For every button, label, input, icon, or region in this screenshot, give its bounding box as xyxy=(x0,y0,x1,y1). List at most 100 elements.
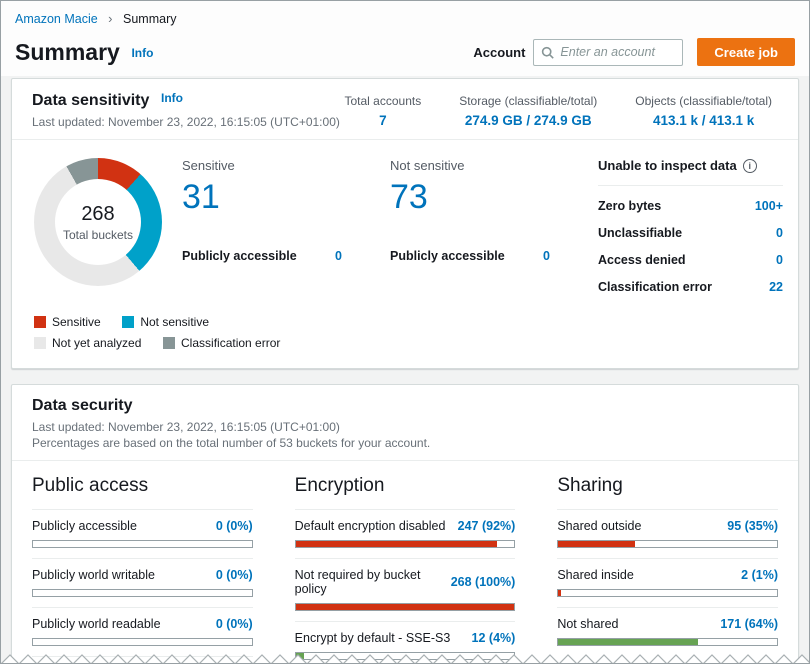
summary-stats: Total accounts 7 Storage (classifiable/t… xyxy=(344,91,778,129)
not-sensitive-section: Not sensitive 73 Publicly accessible 0 xyxy=(390,156,550,263)
metric-default-encryption-disabled: Default encryption disabled 247 (92%) xyxy=(294,509,516,548)
legend-item-sensitive: Sensitive xyxy=(34,315,101,329)
stat-value-link[interactable]: 413.1 k / 413.1 k xyxy=(635,113,772,128)
unable-row-zero-bytes: Zero bytes 100+ xyxy=(598,199,783,213)
legend-label: Sensitive xyxy=(52,315,101,329)
sensitive-publicly-accessible-label: Publicly accessible xyxy=(182,249,297,263)
legend-swatch-icon xyxy=(34,337,46,349)
metric-value-link[interactable]: 171 (64%) xyxy=(720,617,778,631)
account-label: Account xyxy=(473,44,526,60)
metric-value-link[interactable]: 247 (92%) xyxy=(458,519,516,533)
unable-row-unclassifiable: Unclassifiable 0 xyxy=(598,226,783,240)
metric-value-link[interactable]: 268 (100%) xyxy=(451,575,516,589)
create-job-button[interactable]: Create job xyxy=(697,38,795,66)
not-sensitive-publicly-accessible-value[interactable]: 0 xyxy=(543,249,550,263)
metric-label: Not required by bucket policy xyxy=(294,568,421,596)
unable-to-inspect-section: Unable to inspect data i Zero bytes 100+… xyxy=(598,156,783,294)
breadcrumb-separator-icon: › xyxy=(108,11,113,26)
row-label: Zero bytes xyxy=(598,199,662,213)
legend-label: Not yet analyzed xyxy=(52,336,142,350)
data-security-title: Data security xyxy=(32,397,133,414)
title-info-link[interactable]: Info xyxy=(131,46,153,60)
encryption-heading: Encryption xyxy=(294,475,385,496)
legend-swatch-icon xyxy=(34,316,46,328)
header-actions: Account Create job xyxy=(473,38,795,66)
metric-label: Shared inside xyxy=(557,568,634,582)
page-header: Amazon Macie › Summary Summary Info Acco… xyxy=(1,1,809,76)
metric-bar xyxy=(294,603,516,611)
metric-bar xyxy=(557,638,778,646)
row-label: Access denied xyxy=(598,253,686,267)
stat-objects: Objects (classifiable/total) 413.1 k / 4… xyxy=(635,93,772,129)
stat-value-link[interactable]: 7 xyxy=(344,113,421,128)
account-search-box[interactable] xyxy=(533,38,684,66)
sharing-heading: Sharing xyxy=(557,475,623,496)
legend-swatch-icon xyxy=(122,316,135,328)
metric-label: Publicly world writable xyxy=(32,568,155,582)
account-search-input[interactable] xyxy=(560,45,676,59)
unable-to-inspect-title: Unable to inspect data xyxy=(598,158,737,173)
data-sensitivity-header: Data sensitivity Info Last updated: Nove… xyxy=(32,91,340,129)
breadcrumb-amazon-macie[interactable]: Amazon Macie xyxy=(15,12,98,26)
sensitive-count-link[interactable]: 31 xyxy=(182,177,342,217)
stat-label: Storage (classifiable/total) xyxy=(459,94,598,108)
sharing-column: Sharing Shared outside 95 (35%) Shared i… xyxy=(557,465,778,663)
stat-value-link[interactable]: 274.9 GB / 274.9 GB xyxy=(459,113,597,128)
macie-summary-page: Amazon Macie › Summary Summary Info Acco… xyxy=(0,0,810,664)
data-security-header: Data security Last updated: November 23,… xyxy=(32,397,430,450)
metric-publicly-world-readable: Publicly world readable 0 (0%) xyxy=(32,607,253,646)
metric-value-link[interactable]: 0 (0%) xyxy=(216,519,253,533)
donut-legend: Sensitive Not sensitive Not yet analyzed xyxy=(12,298,798,368)
metric-not-required-by-bucket-policy: Not required by bucket policy 268 (100%) xyxy=(294,558,516,611)
info-icon[interactable]: i xyxy=(742,158,757,173)
main-content: Data sensitivity Info Last updated: Nove… xyxy=(1,76,809,663)
metric-value-link[interactable]: 12 (4%) xyxy=(472,631,516,645)
not-sensitive-label: Not sensitive xyxy=(390,158,465,173)
metric-value-link[interactable]: 95 (35%) xyxy=(727,519,778,533)
not-sensitive-publicly-accessible-label: Publicly accessible xyxy=(390,249,505,263)
sensitive-section: Sensitive 31 Publicly accessible 0 xyxy=(182,156,342,263)
metric-value-link[interactable]: 2 (1%) xyxy=(741,568,778,582)
data-sensitivity-card: Data sensitivity Info Last updated: Nove… xyxy=(11,78,799,369)
data-sensitivity-last-updated: Last updated: November 23, 2022, 16:15:0… xyxy=(32,115,340,129)
row-label: Classification error xyxy=(598,280,712,294)
row-value-link[interactable]: 100+ xyxy=(755,199,783,213)
title-block: Summary Info xyxy=(15,39,153,65)
data-sensitivity-title: Data sensitivity xyxy=(32,92,150,109)
row-value-link[interactable]: 0 xyxy=(776,226,783,240)
stat-storage: Storage (classifiable/total) 274.9 GB / … xyxy=(459,93,597,129)
metric-label: Default encryption disabled xyxy=(294,519,446,533)
metric-not-shared: Not shared 171 (64%) xyxy=(557,607,778,646)
metric-bar xyxy=(557,589,778,597)
metric-bar xyxy=(32,638,253,646)
data-security-card: Data security Last updated: November 23,… xyxy=(11,384,799,663)
encryption-column: Encryption Default encryption disabled 2… xyxy=(294,465,516,663)
search-icon xyxy=(542,46,555,59)
donut-center: 268 Total buckets xyxy=(55,179,141,265)
metric-publicly-accessible: Publicly accessible 0 (0%) xyxy=(32,509,253,548)
total-buckets-donut: 268 Total buckets xyxy=(34,158,162,286)
metric-shared-inside: Shared inside 2 (1%) xyxy=(557,558,778,597)
public-access-column: Public access Publicly accessible 0 (0%)… xyxy=(32,465,253,663)
metric-value-link[interactable]: 0 (0%) xyxy=(216,568,253,582)
metric-bar xyxy=(294,540,516,548)
row-value-link[interactable]: 0 xyxy=(776,253,783,267)
metric-value-link[interactable]: 0 (0%) xyxy=(216,617,253,631)
page-title: Summary xyxy=(15,39,120,65)
not-sensitive-count-link[interactable]: 73 xyxy=(390,177,550,217)
metric-label: Publicly accessible xyxy=(32,519,137,533)
legend-item-not-sensitive: Not sensitive xyxy=(122,315,209,329)
row-label: Unclassifiable xyxy=(598,226,683,240)
data-security-last-updated: Last updated: November 23, 2022, 16:15:0… xyxy=(32,420,340,434)
metric-bar xyxy=(557,540,778,548)
metric-bar xyxy=(32,589,253,597)
row-value-link[interactable]: 22 xyxy=(769,280,783,294)
legend-label: Not sensitive xyxy=(140,315,210,329)
data-sensitivity-info-link[interactable]: Info xyxy=(161,91,183,105)
torn-edge xyxy=(1,654,809,663)
sensitive-publicly-accessible-value[interactable]: 0 xyxy=(335,249,342,263)
stat-label: Total accounts xyxy=(344,94,422,108)
metric-label: Encrypt by default - SSE-S3 xyxy=(294,631,451,645)
legend-item-classification-error: Classification error xyxy=(163,336,280,350)
legend-label: Classification error xyxy=(181,336,281,350)
